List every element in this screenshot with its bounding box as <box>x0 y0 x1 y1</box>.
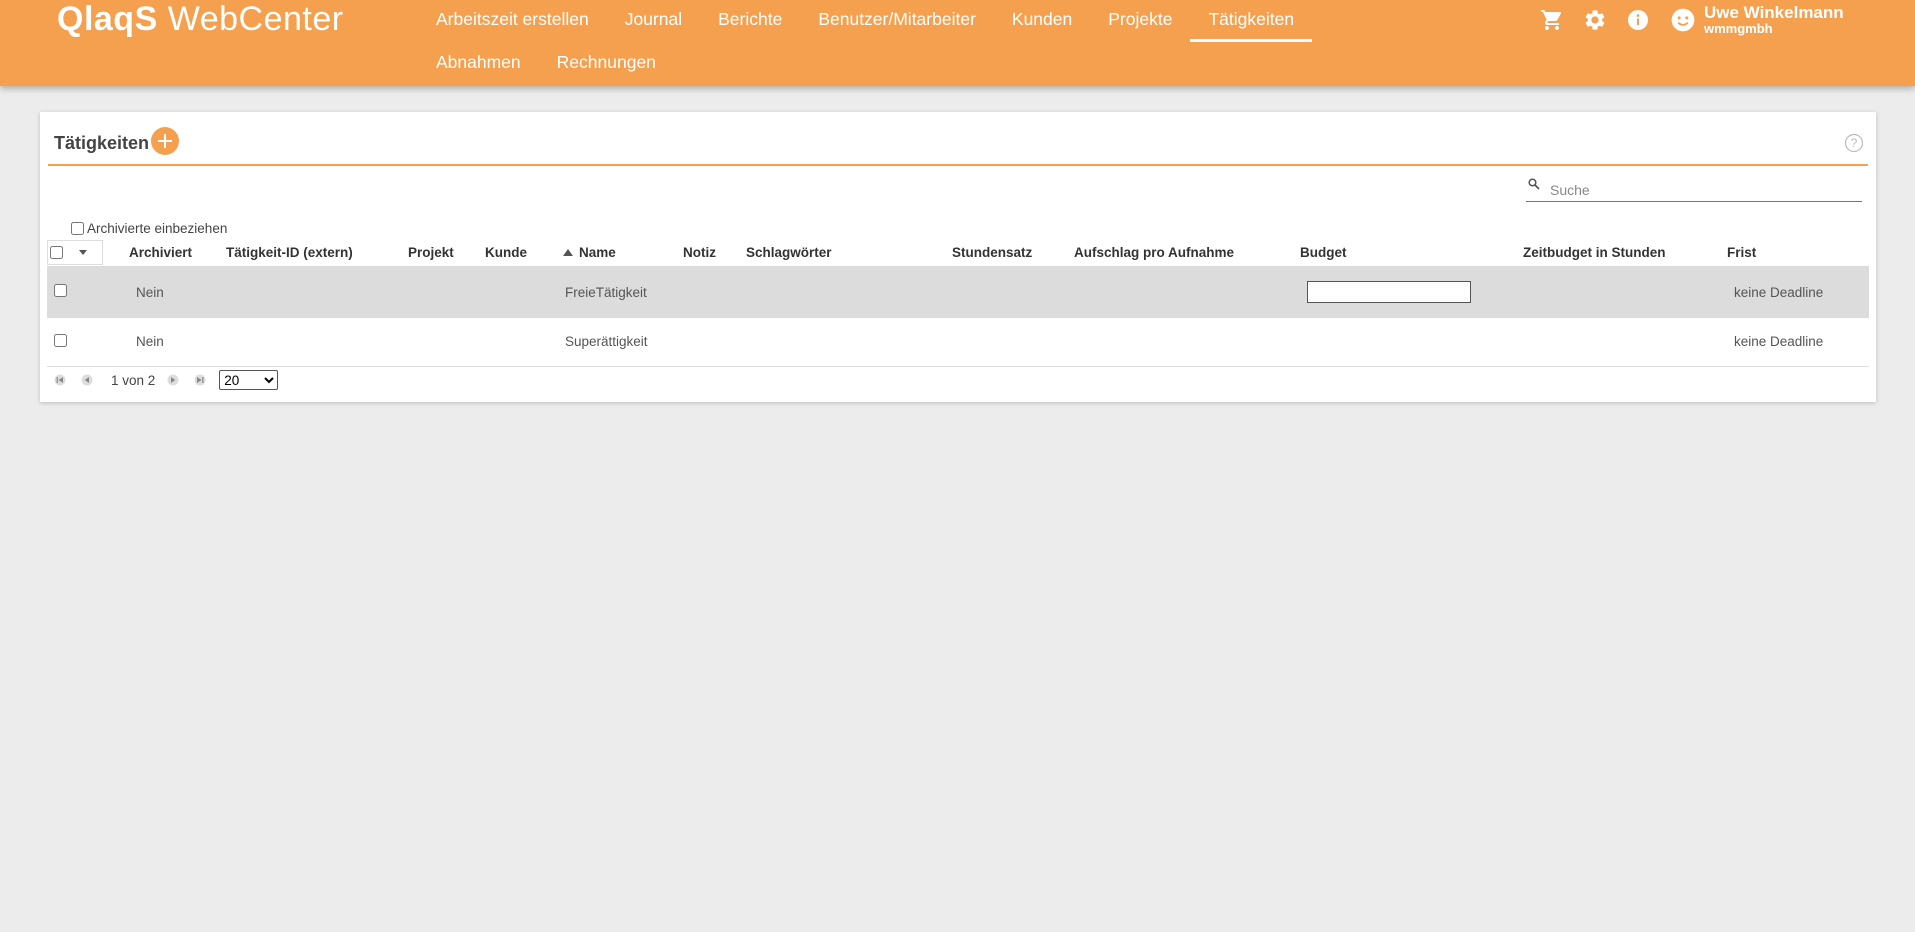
nav-arbeitszeit-erstellen[interactable]: Arbeitszeit erstellen <box>418 0 607 43</box>
cell-id <box>226 266 408 318</box>
pagination: 1 von 2 20 <box>52 370 279 390</box>
info-icon[interactable] <box>1624 6 1651 33</box>
nav-projekte[interactable]: Projekte <box>1090 0 1190 43</box>
user-menu[interactable]: Uwe Winkelmann wmmgmbh <box>1670 4 1844 36</box>
user-org: wmmgmbh <box>1704 21 1773 36</box>
cell-id <box>226 318 408 367</box>
cell-budget <box>1300 318 1523 367</box>
cell-projekt <box>408 318 485 367</box>
prev-page-icon <box>81 374 93 386</box>
col-schlagwoerter[interactable]: Schlagwörter <box>746 239 952 266</box>
cell-name: Superättigkeit <box>559 318 683 367</box>
table-row[interactable]: Nein FreieTätigkeit keine Deadline <box>47 266 1869 318</box>
col-name[interactable]: Name <box>559 239 683 266</box>
col-budget[interactable]: Budget <box>1300 239 1523 266</box>
cell-kunde <box>485 266 559 318</box>
nav-rechnungen[interactable]: Rechnungen <box>539 43 674 86</box>
col-name-label: Name <box>579 245 616 260</box>
plus-icon <box>158 134 172 148</box>
gear-icon[interactable] <box>1581 6 1608 33</box>
col-taetigkeit-id[interactable]: Tätigkeit-ID (extern) <box>226 239 408 266</box>
cell-kunde <box>485 318 559 367</box>
nav-abnahmen[interactable]: Abnahmen <box>418 43 539 86</box>
nav-kunden[interactable]: Kunden <box>994 0 1090 43</box>
col-kunde[interactable]: Kunde <box>485 239 559 266</box>
nav-taetigkeiten[interactable]: Tätigkeiten <box>1190 0 1312 43</box>
cell-schlagwoerter <box>746 266 952 318</box>
help-icon[interactable]: ? <box>1844 133 1864 153</box>
col-projekt[interactable]: Projekt <box>408 239 485 266</box>
search-field <box>1526 172 1862 202</box>
table-row[interactable]: Nein Superättigkeit keine Deadline <box>47 318 1869 367</box>
budget-input[interactable] <box>1307 281 1471 303</box>
search-icon <box>1528 178 1540 190</box>
cell-zeitbudget <box>1523 318 1727 367</box>
col-stundensatz[interactable]: Stundensatz <box>952 239 1074 266</box>
row-checkbox[interactable] <box>54 284 67 297</box>
search-input[interactable] <box>1550 180 1850 200</box>
col-zeitbudget[interactable]: Zeitbudget in Stunden <box>1523 239 1727 266</box>
nav-journal[interactable]: Journal <box>607 0 700 43</box>
logo[interactable]: QlaqS WebCenter <box>57 0 344 38</box>
nav-row-2: Abnahmen Rechnungen <box>418 43 1358 86</box>
cell-zeitbudget <box>1523 266 1727 318</box>
chevron-down-icon <box>79 250 87 255</box>
cell-schlagwoerter <box>746 318 952 367</box>
cell-frist: keine Deadline <box>1727 318 1869 367</box>
page-size-select[interactable]: 20 <box>219 370 279 390</box>
next-page-button[interactable] <box>165 372 181 388</box>
user-name: Uwe Winkelmann <box>1704 3 1844 22</box>
nav-berichte[interactable]: Berichte <box>700 0 800 43</box>
col-archiviert[interactable]: Archiviert <box>129 239 226 266</box>
sort-ascending-icon <box>563 249 573 256</box>
activities-table: Archiviert Tätigkeit-ID (extern) Projekt… <box>47 239 1869 367</box>
logo-product: WebCenter <box>167 0 344 38</box>
col-aufschlag[interactable]: Aufschlag pro Aufnahme <box>1074 239 1300 266</box>
add-activity-button[interactable] <box>151 127 179 155</box>
first-page-button[interactable] <box>52 372 68 388</box>
cell-notiz <box>683 318 746 367</box>
main-nav: Arbeitszeit erstellen Journal Berichte Benu… <box>418 0 1358 86</box>
prev-page-button[interactable] <box>79 372 95 388</box>
last-page-icon <box>194 374 206 386</box>
cell-frist: keine Deadline <box>1727 266 1869 318</box>
svg-text:?: ? <box>1851 136 1858 150</box>
nav-benutzer-mitarbeiter[interactable]: Benutzer/Mitarbeiter <box>800 0 994 43</box>
cart-icon[interactable] <box>1538 6 1565 33</box>
activities-card: Tätigkeiten ? Archivierte einbeziehen <box>40 112 1876 402</box>
select-all-checkbox[interactable] <box>50 246 63 259</box>
page-title: Tätigkeiten <box>54 133 150 153</box>
cell-aufschlag <box>1074 318 1300 367</box>
next-page-icon <box>167 374 179 386</box>
first-page-icon <box>54 374 66 386</box>
include-archived: Archivierte einbeziehen <box>71 221 227 236</box>
page-info: 1 von 2 <box>111 372 156 388</box>
row-checkbox[interactable] <box>54 333 67 347</box>
logo-brand: QlaqS <box>57 0 158 38</box>
include-archived-label: Archivierte einbeziehen <box>87 221 228 236</box>
cell-stundensatz <box>952 266 1074 318</box>
top-header: QlaqS WebCenter Arbeitszeit erstellen Jou… <box>0 0 1915 86</box>
nav-row-1: Arbeitszeit erstellen Journal Berichte Benu… <box>418 0 1358 43</box>
table-header-row: Archiviert Tätigkeit-ID (extern) Projekt… <box>47 239 1869 266</box>
cell-aufschlag <box>1074 266 1300 318</box>
avatar-icon <box>1671 8 1695 32</box>
col-frist[interactable]: Frist <box>1727 239 1869 266</box>
cell-notiz <box>683 266 746 318</box>
cell-stundensatz <box>952 318 1074 367</box>
card-header: Tätigkeiten ? <box>48 120 1868 166</box>
col-notiz[interactable]: Notiz <box>683 239 746 266</box>
cell-archiviert: Nein <box>129 318 226 367</box>
select-all-dropdown[interactable] <box>47 240 103 265</box>
include-archived-checkbox[interactable] <box>71 222 84 235</box>
last-page-button[interactable] <box>192 372 208 388</box>
cell-name: FreieTätigkeit <box>559 266 683 318</box>
cell-archiviert: Nein <box>129 266 226 318</box>
header-icons <box>1538 6 1651 33</box>
cell-projekt <box>408 266 485 318</box>
